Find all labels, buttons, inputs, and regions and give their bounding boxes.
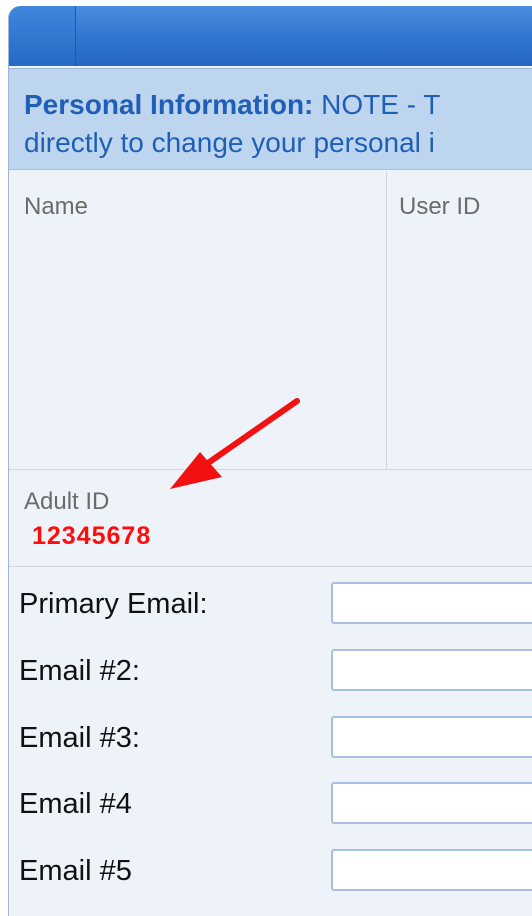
email-row-primary: Primary Email:	[9, 582, 532, 630]
panel-title-bar	[9, 6, 532, 66]
email-5-label: Email #5	[19, 855, 132, 887]
email-4-input[interactable]	[331, 782, 532, 824]
email-2-label: Email #2:	[19, 655, 140, 687]
email-5-input[interactable]	[331, 849, 532, 891]
adult-id-cell: Adult ID 12345678	[9, 470, 532, 567]
personal-info-panel: Personal Information: NOTE - T directly …	[8, 6, 532, 916]
name-cell: Name	[9, 171, 387, 469]
name-label: Name	[24, 193, 89, 220]
email-row-2: Email #2:	[9, 649, 532, 697]
primary-email-label: Primary Email:	[19, 588, 208, 620]
primary-email-input[interactable]	[331, 582, 532, 624]
email-3-input[interactable]	[331, 716, 532, 758]
identity-fields-row: Name User ID	[9, 171, 532, 470]
email-3-label: Email #3:	[19, 722, 140, 754]
notice-label: Personal Information:	[24, 89, 314, 120]
notice-text-line1: NOTE - T	[313, 89, 441, 120]
email-row-4: Email #4	[9, 782, 532, 830]
adult-id-value: 12345678	[32, 522, 152, 550]
notice-text-line2: directly to change your personal i	[24, 127, 435, 158]
adult-id-label: Adult ID	[24, 488, 110, 515]
email-row-3: Email #3:	[9, 716, 532, 764]
panel-tab[interactable]	[9, 6, 76, 66]
user-id-label: User ID	[399, 193, 481, 220]
personal-info-notice: Personal Information: NOTE - T directly …	[9, 68, 532, 170]
email-row-5: Email #5	[9, 849, 532, 897]
email-4-label: Email #4	[19, 788, 132, 820]
email-2-input[interactable]	[331, 649, 532, 691]
